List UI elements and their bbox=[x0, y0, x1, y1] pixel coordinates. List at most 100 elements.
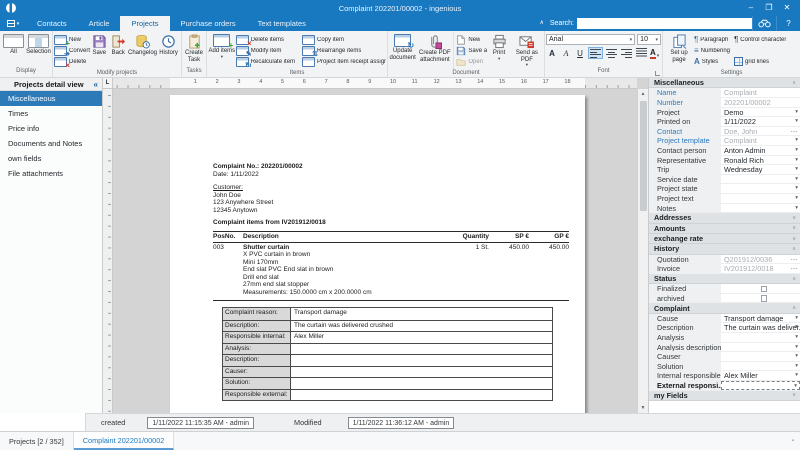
property-row-representative[interactable]: RepresentativeRonald Rich▾ bbox=[649, 156, 800, 166]
property-value[interactable]: Wednesday▾ bbox=[721, 165, 800, 174]
grid-lines-button[interactable]: grid lines bbox=[734, 56, 796, 67]
dropdown-arrow-icon[interactable]: ▾ bbox=[795, 194, 798, 203]
font-family-select[interactable]: Arial▾ bbox=[546, 34, 635, 45]
property-value[interactable]: Q201912/0036… bbox=[721, 255, 800, 264]
maximize-button[interactable]: ❐ bbox=[760, 0, 778, 16]
open-button[interactable]: Open bbox=[456, 56, 487, 67]
menu-button[interactable]: ▾ bbox=[0, 16, 26, 31]
property-row-number[interactable]: Number202201/00002 bbox=[649, 98, 800, 108]
sidebar-item-miscellaneous[interactable]: Miscellaneous bbox=[0, 91, 102, 106]
property-value[interactable]: 202201/00002 bbox=[721, 98, 800, 107]
property-value[interactable] bbox=[721, 284, 800, 293]
collapse-panel-button[interactable]: « bbox=[94, 80, 98, 89]
dropdown-arrow-icon[interactable]: ▾ bbox=[795, 371, 798, 380]
property-row-quotation[interactable]: QuotationQ201912/0036… bbox=[649, 255, 800, 265]
tab-stop-selector[interactable]: L bbox=[103, 78, 113, 89]
tab-article[interactable]: Article bbox=[78, 16, 121, 31]
paragraph-button[interactable]: ¶Paragraph bbox=[694, 34, 734, 45]
property-row-invoice[interactable]: InvoiceIV201912/0018… bbox=[649, 264, 800, 274]
property-row-contact-person[interactable]: Contact personAnton Admin▾ bbox=[649, 146, 800, 156]
property-row-external-responsi[interactable]: External responsi...▾ bbox=[649, 381, 800, 391]
section-header-addresses[interactable]: Addresses∨ bbox=[649, 213, 800, 223]
modify-item-button[interactable]: ✎Modify item bbox=[236, 45, 302, 56]
align-center-button[interactable] bbox=[605, 47, 618, 59]
checkbox[interactable] bbox=[761, 286, 768, 293]
property-value[interactable]: ▾ bbox=[721, 204, 800, 213]
collapse-ribbon-button[interactable]: ∧ bbox=[533, 16, 549, 31]
checkbox[interactable] bbox=[761, 295, 768, 302]
dropdown-arrow-icon[interactable]: ▾ bbox=[795, 108, 798, 117]
print-button[interactable]: Print ▾ bbox=[487, 32, 510, 69]
delete-items-button[interactable]: ×Delete items bbox=[236, 34, 302, 45]
dropdown-arrow-icon[interactable]: ▾ bbox=[795, 314, 798, 323]
dropdown-arrow-icon[interactable]: ▾ bbox=[795, 165, 798, 174]
delete-button[interactable]: ×Delete bbox=[54, 56, 90, 67]
update-document-button[interactable]: ↻ Update document bbox=[389, 32, 416, 69]
add-items-button[interactable]: + Add items ▾ bbox=[208, 32, 236, 69]
property-value[interactable]: ▾ bbox=[721, 194, 800, 203]
dropdown-arrow-icon[interactable]: ▾ bbox=[794, 382, 797, 390]
property-row-project-text[interactable]: Project text▾ bbox=[649, 194, 800, 204]
property-row-project-state[interactable]: Project state▾ bbox=[649, 184, 800, 194]
property-value[interactable]: ▾ bbox=[721, 184, 800, 193]
rearrange-items-button[interactable]: ⇅Rearrange items bbox=[302, 45, 386, 56]
property-value[interactable]: ▾ bbox=[721, 343, 800, 352]
dropdown-arrow-icon[interactable]: ▾ bbox=[795, 117, 798, 126]
dropdown-arrow-icon[interactable]: ▾ bbox=[795, 156, 798, 165]
dropdown-arrow-icon[interactable]: ▾ bbox=[795, 323, 798, 332]
property-row-analysis-description[interactable]: Analysis description▾ bbox=[649, 343, 800, 353]
property-row-analysis[interactable]: Analysis▾ bbox=[649, 333, 800, 343]
property-value[interactable]: Complaint bbox=[721, 88, 800, 97]
dropdown-arrow-icon[interactable]: ▾ bbox=[795, 136, 798, 145]
property-row-printed-on[interactable]: Printed on1/11/2022▾ bbox=[649, 117, 800, 127]
property-row-finalized[interactable]: Finalized bbox=[649, 284, 800, 294]
changelog-button[interactable]: Changelog bbox=[128, 32, 157, 69]
scroll-down-icon[interactable]: ▼ bbox=[638, 405, 648, 411]
property-row-contact[interactable]: ContactDoe, John… bbox=[649, 127, 800, 137]
property-value[interactable]: Doe, John… bbox=[721, 127, 800, 136]
ellipsis-button[interactable]: … bbox=[791, 127, 799, 135]
property-value[interactable]: The curtain was deliver...▾ bbox=[721, 323, 800, 332]
font-dialog-launcher-icon[interactable] bbox=[655, 71, 660, 76]
property-value[interactable]: IV201912/0018… bbox=[721, 264, 800, 273]
property-row-internal-responsible[interactable]: Internal responsibleAlex Miller▾ bbox=[649, 371, 800, 381]
bold-button[interactable]: A bbox=[546, 48, 558, 59]
property-row-project[interactable]: ProjectDemo▾ bbox=[649, 108, 800, 118]
sidebar-item-documents-and-notes[interactable]: Documents and Notes bbox=[0, 136, 102, 151]
find-button[interactable] bbox=[752, 16, 776, 31]
property-row-project-template[interactable]: Project templateComplaint▾ bbox=[649, 136, 800, 146]
tab-text-templates[interactable]: Text templates bbox=[247, 16, 317, 31]
search-input[interactable] bbox=[577, 18, 752, 29]
section-header-complaint[interactable]: Complaint∧ bbox=[649, 303, 800, 313]
selection-button[interactable]: Selection bbox=[26, 32, 51, 67]
section-header-exchange-rate[interactable]: exchange rate∨ bbox=[649, 234, 800, 244]
numbering-button[interactable]: ≡Numbering bbox=[694, 45, 734, 56]
property-value[interactable]: Ronald Rich▾ bbox=[721, 156, 800, 165]
align-justify-button[interactable] bbox=[635, 47, 648, 59]
history-button[interactable]: History bbox=[157, 32, 180, 69]
property-row-cause[interactable]: CauseTransport damage▾ bbox=[649, 314, 800, 324]
receipt-assignment-button[interactable]: Project item receipt assignment bbox=[302, 56, 386, 67]
new-document-button[interactable]: New bbox=[456, 34, 487, 45]
section-header-miscellaneous[interactable]: Miscellaneous∧ bbox=[649, 78, 800, 88]
tab-projects[interactable]: Projects bbox=[120, 16, 169, 31]
ellipsis-button[interactable]: … bbox=[791, 255, 799, 263]
property-value[interactable]: ▾ bbox=[721, 362, 800, 371]
help-button[interactable]: ? bbox=[776, 16, 800, 31]
status-tab-complaint[interactable]: Complaint 202201/00002 bbox=[74, 432, 175, 450]
property-row-service-date[interactable]: Service date▾ bbox=[649, 175, 800, 185]
property-value[interactable]: ▾ bbox=[721, 352, 800, 361]
property-value[interactable]: ▾ bbox=[721, 381, 800, 390]
scroll-up-icon[interactable]: ▲ bbox=[638, 91, 648, 97]
align-right-button[interactable] bbox=[620, 47, 633, 59]
modified-value[interactable]: 1/11/2022 11:36:12 AM - admin bbox=[348, 417, 455, 429]
dropdown-arrow-icon[interactable]: ▾ bbox=[795, 343, 798, 352]
new-project-button[interactable]: +New bbox=[54, 34, 90, 45]
created-value[interactable]: 1/11/2022 11:15:35 AM - admin bbox=[147, 417, 254, 429]
dropdown-arrow-icon[interactable]: ▾ bbox=[795, 333, 798, 342]
section-header-amounts[interactable]: Amounts∨ bbox=[649, 224, 800, 234]
control-character-button[interactable]: ¶Control character bbox=[734, 34, 796, 45]
property-value[interactable]: 1/11/2022▾ bbox=[721, 117, 800, 126]
dropdown-arrow-icon[interactable]: ▾ bbox=[795, 362, 798, 371]
dropdown-arrow-icon[interactable]: ▾ bbox=[795, 184, 798, 193]
